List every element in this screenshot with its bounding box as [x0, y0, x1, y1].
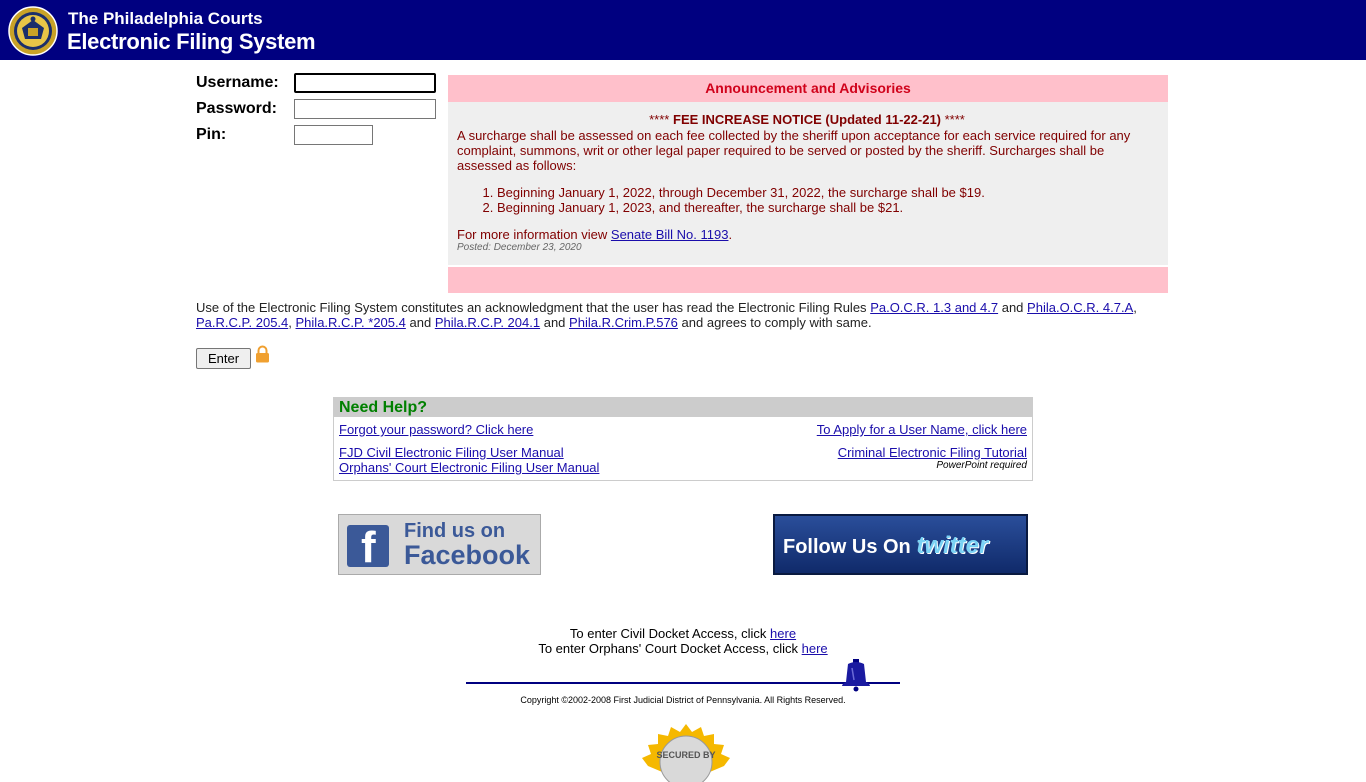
ack-text: and: [409, 315, 432, 330]
password-input[interactable]: [294, 99, 436, 119]
acknowledgment-text: Use of the Electronic Filing System cons…: [196, 300, 1156, 330]
list-item: Beginning January 1, 2023, and thereafte…: [497, 200, 1157, 215]
rule-link-philarcrimp[interactable]: Phila.R.Crim.P.576: [569, 315, 678, 330]
twitter-logo-icon: twitter: [916, 532, 989, 559]
orphans-manual-link[interactable]: Orphans' Court Electronic Filing User Ma…: [339, 460, 599, 475]
copyright-text: Copyright ©2002-2008 First Judicial Dist…: [520, 695, 846, 705]
orphans-docket-line: To enter Orphans' Court Docket Access, c…: [0, 641, 1366, 656]
announcement-title-prefix: ****: [649, 112, 670, 127]
badge-text: SECURED BY: [656, 750, 715, 760]
ack-text: ,: [288, 315, 292, 330]
twitter-button[interactable]: Follow Us On twitter: [773, 514, 1028, 575]
ack-text: ,: [1133, 300, 1137, 315]
ack-text: Use of the Electronic Filing System cons…: [196, 300, 867, 315]
announcement-body: **** FEE INCREASE NOTICE (Updated 11-22-…: [457, 112, 1157, 254]
facebook-icon-letter: f: [361, 523, 376, 572]
announcement-footer-bar: [448, 265, 1168, 293]
pin-input[interactable]: [294, 125, 373, 145]
help-right-row2: Criminal Electronic Filing Tutorial Powe…: [838, 445, 1027, 472]
header-bar: The Philadelphia Courts Electronic Filin…: [0, 0, 1366, 60]
help-left-row1: Forgot your password? Click here: [339, 422, 533, 437]
rule-link-philarcp-2054[interactable]: Phila.R.C.P. *205.4: [296, 315, 406, 330]
senate-bill-link[interactable]: Senate Bill No. 1193: [611, 227, 729, 242]
help-header: Need Help?: [334, 398, 1032, 417]
civil-docket-line: To enter Civil Docket Access, click here: [0, 626, 1366, 641]
header-title-line2: Electronic Filing System: [67, 29, 316, 54]
civil-manual-link[interactable]: FJD Civil Electronic Filing User Manual: [339, 445, 564, 460]
twitter-prefix: Follow Us On: [783, 536, 911, 558]
criminal-tutorial-link[interactable]: Criminal Electronic Filing Tutorial: [838, 445, 1027, 460]
rule-link-parcp[interactable]: Pa.R.C.P. 205.4: [196, 315, 288, 330]
help-left-row2: FJD Civil Electronic Filing User Manual …: [339, 445, 599, 475]
announcement-heading: Announcement and Advisories: [448, 75, 1168, 102]
rule-link-philarcp-2041[interactable]: Phila.R.C.P. 204.1: [435, 315, 540, 330]
docket-access: To enter Civil Docket Access, click here…: [0, 626, 1366, 656]
announcement-paragraph: A surcharge shall be assessed on each fe…: [457, 128, 1131, 173]
orphans-docket-link[interactable]: here: [802, 641, 828, 656]
rule-link-paocr[interactable]: Pa.O.C.R. 1.3 and 4.7: [870, 300, 998, 315]
rule-link-philaocr[interactable]: Phila.O.C.R. 4.7.A: [1027, 300, 1133, 315]
pennsylvania-seal-icon: [8, 6, 58, 56]
header-title-line1: The Philadelphia Courts: [68, 9, 263, 28]
announcement-title: **** FEE INCREASE NOTICE (Updated 11-22-…: [457, 112, 1157, 127]
apply-username-link[interactable]: To Apply for a User Name, click here: [817, 422, 1027, 437]
civil-docket-text: To enter Civil Docket Access, click: [569, 626, 767, 641]
orphans-docket-text: To enter Orphans' Court Docket Access, c…: [538, 641, 799, 656]
facebook-button[interactable]: f Find us on Facebook: [338, 514, 541, 575]
pin-label: Pin:: [196, 126, 227, 143]
username-input[interactable]: [294, 73, 436, 93]
lock-icon: [256, 345, 269, 363]
divider: [466, 682, 900, 684]
more-info-line: For more information view Senate Bill No…: [457, 227, 1157, 242]
announcement-title-text: FEE INCREASE NOTICE (Updated 11-22-21): [673, 112, 941, 127]
more-info-prefix: For more information view: [457, 227, 608, 242]
more-info-suffix: .: [728, 227, 733, 242]
secured-badge-icon: SECURED BY: [642, 724, 730, 782]
facebook-icon: f: [347, 523, 389, 572]
help-title: Need Help?: [339, 399, 428, 416]
password-label: Password:: [196, 100, 277, 117]
powerpoint-note: PowerPoint required: [936, 460, 1027, 471]
list-item: Beginning January 1, 2022, through Decem…: [497, 185, 1157, 200]
announcement-panel: Announcement and Advisories **** FEE INC…: [448, 75, 1168, 293]
facebook-line2: Facebook: [404, 540, 531, 570]
ack-text: and agrees to comply with same.: [681, 315, 872, 330]
announcement-title-suffix: ****: [944, 112, 965, 127]
ack-text: and: [1001, 300, 1024, 315]
enter-button[interactable]: Enter: [196, 348, 251, 369]
username-label: Username:: [196, 74, 279, 91]
liberty-bell-icon: [842, 659, 870, 692]
surcharge-list: Beginning January 1, 2022, through Decem…: [457, 185, 1157, 215]
civil-docket-link[interactable]: here: [770, 626, 796, 641]
twitter-text: Follow Us On twitter: [783, 532, 988, 560]
forgot-password-link[interactable]: Forgot your password? Click here: [339, 422, 533, 437]
help-right-row1: To Apply for a User Name, click here: [817, 422, 1027, 437]
help-box: Need Help? Forgot your password? Click h…: [333, 397, 1033, 481]
ack-text: and: [543, 315, 566, 330]
posted-date: Posted: December 23, 2020: [457, 242, 582, 253]
